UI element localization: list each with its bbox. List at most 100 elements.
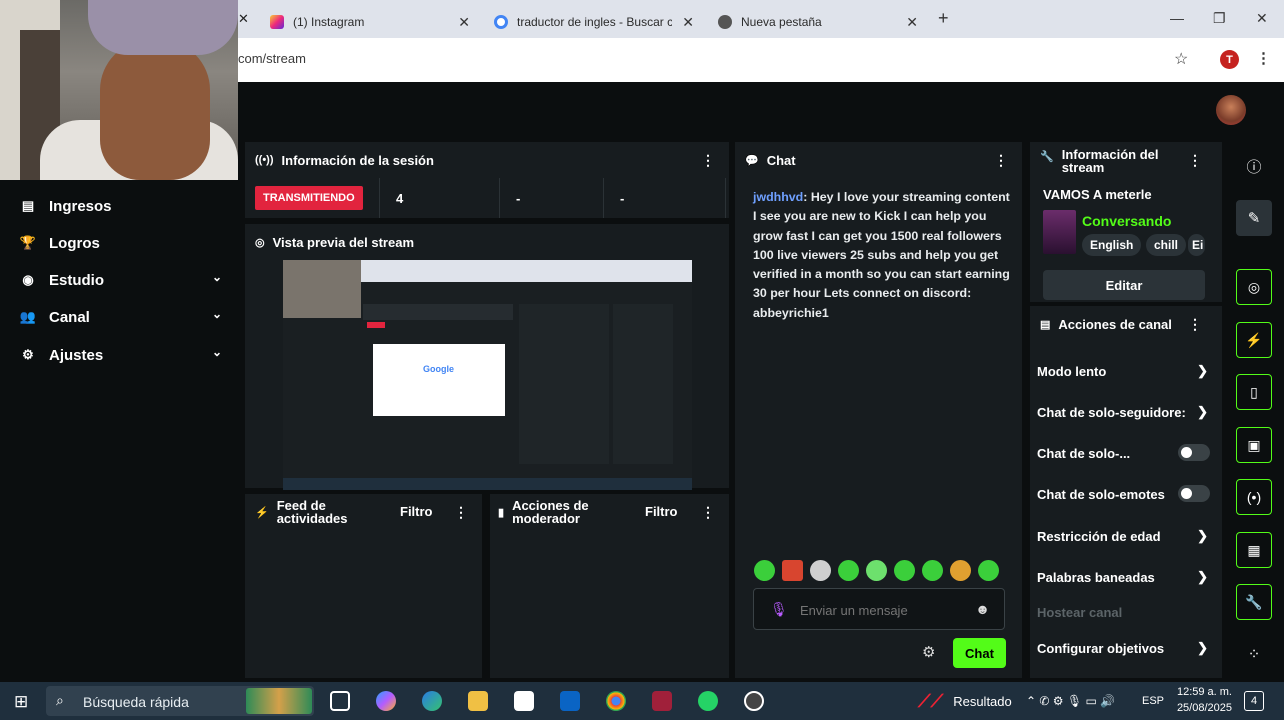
close-tab-icon[interactable]: ✕ [458, 14, 470, 31]
emote-icon[interactable] [950, 560, 971, 581]
trophy-icon: 🏆 [19, 235, 37, 250]
bookmark-star-icon[interactable]: ☆ [1174, 49, 1188, 69]
more-options-icon[interactable]: ⋮ [701, 504, 715, 521]
add-widget-icon[interactable]: ⁘ [1236, 636, 1272, 672]
lightning-icon: ⚡ [255, 506, 269, 519]
instagram-icon [270, 15, 284, 29]
tab-instagram[interactable]: (1) Instagram ✕ [270, 6, 470, 38]
category-name[interactable]: Conversando [1082, 213, 1171, 229]
chat-settings-icon[interactable]: ⚙ [922, 643, 935, 661]
new-tab-button[interactable]: + [938, 8, 949, 29]
emote-icon[interactable] [866, 560, 887, 581]
lightning-icon[interactable]: ⚡ [1236, 322, 1272, 358]
user-avatar[interactable] [1216, 95, 1246, 125]
camera-focus-icon[interactable]: ◎ [1236, 269, 1272, 305]
profile-avatar[interactable]: T [1220, 50, 1239, 69]
sidebar-item-estudio[interactable]: ◉ Estudio ⌄ [20, 268, 230, 292]
emote-icon[interactable] [838, 560, 859, 581]
edit-stream-button[interactable]: Editar [1043, 270, 1205, 300]
more-options-icon[interactable]: ⋮ [454, 504, 468, 521]
app-icon[interactable] [652, 691, 672, 711]
file-explorer-icon[interactable] [468, 691, 488, 711]
more-options-icon[interactable]: ⋮ [994, 152, 1008, 169]
tab-new-tab[interactable]: Nueva pestaña ✕ [718, 6, 918, 38]
screen: ✕ (1) Instagram ✕ traductor de ingles - … [0, 0, 1284, 720]
action-age-restriction[interactable]: Restricción de edad ❯ [1037, 526, 1212, 546]
action-label: Chat de solo-emotes [1037, 486, 1165, 502]
outlook-icon[interactable] [560, 691, 580, 711]
obs-icon[interactable] [744, 691, 764, 711]
action-followers-only[interactable]: Chat de solo-seguidore: ❯ [1037, 402, 1212, 422]
system-tray-icons[interactable]: ⌃ ✆ ⚙ 🎙 ▭ 🔊 [1026, 690, 1115, 712]
chat-icon[interactable]: ▣ [1236, 427, 1272, 463]
close-tab-icon[interactable]: ✕ [238, 11, 249, 27]
sidebar-item-ajustes[interactable]: ⚙ Ajustes ⌄ [20, 343, 230, 367]
action-banned-words[interactable]: Palabras baneadas ❯ [1037, 567, 1212, 587]
clock-date[interactable]: 25/08/2025 [1170, 702, 1232, 714]
send-chat-button[interactable]: Chat [953, 638, 1006, 668]
preview-google-page [373, 344, 505, 416]
gear-icon: ⚙ [22, 347, 34, 362]
broadcast-icon[interactable]: (•) [1236, 479, 1272, 515]
chat-username[interactable]: jwdhhvd [753, 190, 803, 204]
wrench-icon[interactable]: 🔧 [1236, 584, 1272, 620]
emote-icon[interactable] [810, 560, 831, 581]
close-window-button[interactable]: ✕ [1256, 10, 1268, 27]
action-set-goals[interactable]: Configurar objetivos ❯ [1037, 638, 1212, 658]
action-slow-mode[interactable]: Modo lento ❯ [1037, 361, 1212, 381]
emote-icon[interactable] [782, 560, 803, 581]
whatsapp-icon[interactable] [698, 691, 718, 711]
emoji-icon[interactable]: ☻ [975, 601, 990, 617]
address-bar: com/stream ☆ T ⋮ [238, 38, 1284, 82]
emote-icon[interactable] [754, 560, 775, 581]
notification-center-icon[interactable]: 4 [1244, 691, 1264, 711]
chevron-down-icon[interactable]: ⌄ [212, 307, 222, 321]
stream-tag: chill [1146, 234, 1187, 256]
filter-button[interactable]: Filtro [645, 504, 678, 519]
action-label: Modo lento [1037, 363, 1107, 379]
chat-message-input[interactable] [800, 599, 970, 621]
chrome-icon[interactable] [606, 691, 626, 711]
close-tab-icon[interactable]: ✕ [906, 14, 918, 31]
emote-icon[interactable] [922, 560, 943, 581]
minimize-button[interactable]: — [1170, 10, 1184, 26]
close-tab-icon[interactable]: ✕ [682, 14, 694, 31]
more-options-icon[interactable]: ⋮ [1188, 316, 1202, 333]
info-icon[interactable]: ⓘ [1236, 148, 1272, 184]
edge-icon[interactable] [422, 691, 442, 711]
url-text[interactable]: com/stream [238, 51, 306, 66]
more-options-icon[interactable]: ⋮ [1188, 152, 1202, 169]
chevron-down-icon[interactable]: ⌄ [212, 270, 222, 284]
task-view-icon[interactable] [330, 691, 350, 711]
filter-button[interactable]: Filtro [400, 504, 433, 519]
preview-actions [613, 304, 673, 464]
weather-widget[interactable]: ⟋⟋ Resultado [918, 690, 1012, 712]
maximize-button[interactable]: ❐ [1213, 10, 1226, 27]
action-label: Hostear canal [1037, 604, 1123, 620]
copilot-icon[interactable] [376, 691, 396, 711]
sidebar-item-logros[interactable]: 🏆 Logros [20, 231, 230, 255]
panel-header: 💬 Chat [735, 142, 1022, 178]
chevron-down-icon[interactable]: ⌄ [212, 345, 222, 359]
more-options-icon[interactable]: ⋮ [701, 152, 715, 169]
language-indicator[interactable]: ESP [1142, 690, 1164, 712]
browser-tab-bar: ✕ (1) Instagram ✕ traductor de ingles - … [238, 0, 1284, 38]
microphone-icon[interactable]: 🎙 [770, 601, 788, 618]
stream-preview-video[interactable]: Google [283, 260, 692, 490]
toggle-switch[interactable] [1178, 444, 1210, 461]
windows-start-icon[interactable]: ⊞ [14, 692, 28, 712]
moderator-icon[interactable]: ▦ [1236, 532, 1272, 568]
toggle-switch[interactable] [1178, 485, 1210, 502]
emote-icon[interactable] [894, 560, 915, 581]
sidebar-item-label: Ingresos [49, 197, 112, 215]
sidebar-item-canal[interactable]: 👥 Canal ⌄ [20, 305, 230, 329]
emote-icon[interactable] [978, 560, 999, 581]
clock-time[interactable]: 12:59 a. m. [1170, 686, 1232, 698]
browser-menu-icon[interactable]: ⋮ [1256, 49, 1271, 67]
store-icon[interactable] [514, 691, 534, 711]
document-icon[interactable]: ▯ [1236, 374, 1272, 410]
tab-google-search[interactable]: traductor de ingles - Buscar co ✕ [494, 6, 694, 38]
sidebar-item-ingresos[interactable]: ▤ Ingresos [20, 194, 230, 218]
edit-pencil-icon[interactable]: ✎ [1236, 200, 1272, 236]
taskbar-search[interactable]: ⌕ Búsqueda rápida [46, 686, 314, 716]
